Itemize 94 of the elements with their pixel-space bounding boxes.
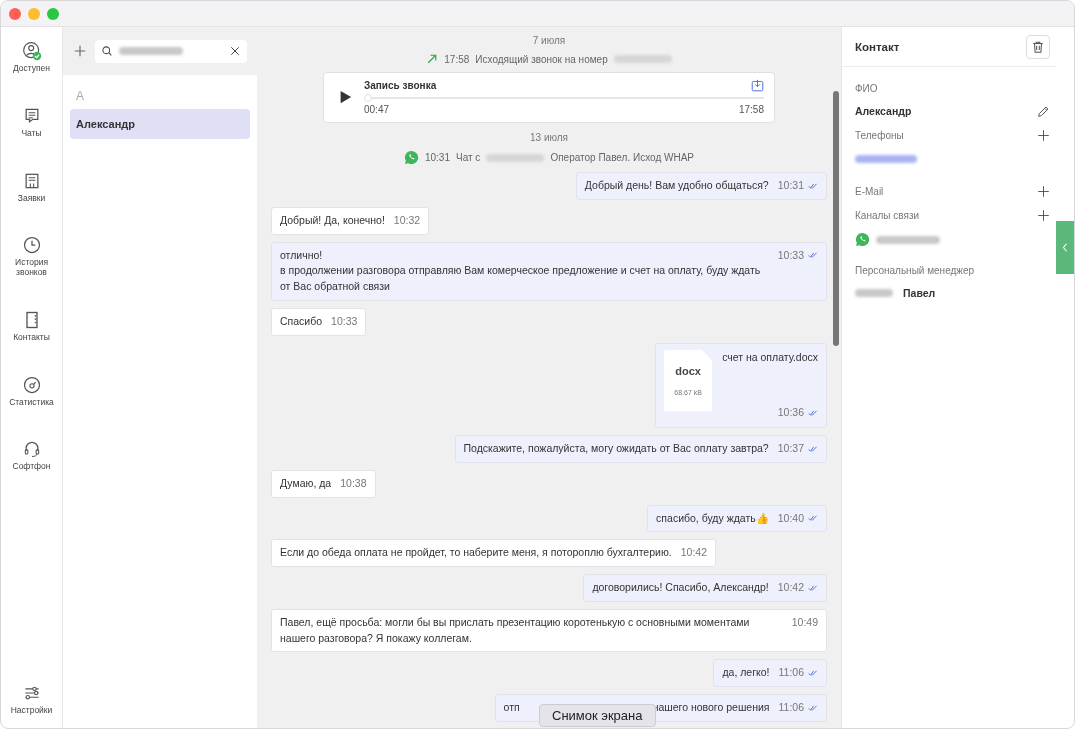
group-letter: А [75, 89, 85, 105]
message-time: 10:49 [791, 614, 818, 630]
redacted-text [855, 155, 917, 163]
message-text: спасибо, буду ждать👍 [656, 510, 769, 526]
message-time: 10:37 [777, 441, 804, 456]
field-label: E-Mail [855, 185, 884, 197]
read-check-icon [808, 181, 818, 190]
contact-item[interactable]: Александр [70, 109, 250, 139]
read-check-icon [808, 583, 818, 592]
message-text: Добрый день! Вам удобно общаться? [584, 178, 769, 193]
message-text: отлично! в продолжении разговора отправляю Вам комерческое предложение и счет на оплату, буду ждать от Вас обратной связи [280, 247, 762, 294]
redacted-text [613, 55, 672, 63]
event-text: Чат с [456, 152, 481, 163]
message-text: да, легко! [722, 665, 770, 681]
nav-item[interactable]: Софтфон [1, 437, 62, 475]
nav-item[interactable]: Чаты [1, 103, 62, 141]
read-check-icon [808, 444, 818, 453]
progress-slider[interactable] [364, 94, 764, 102]
message-text: Если до обеда оплата не пройдет, то наберите меня, я потороплю бухгалтерию. [280, 545, 672, 561]
nav-item[interactable]: Контакты [1, 307, 62, 345]
elapsed-time: 00:47 [364, 104, 390, 115]
whatsapp-icon [403, 150, 419, 165]
download-icon[interactable] [751, 79, 764, 92]
add-icon[interactable] [1037, 208, 1050, 222]
event-time: 10:31 [424, 152, 450, 163]
message-time: 10:42 [680, 545, 707, 561]
search-field[interactable] [95, 39, 247, 63]
message-time: 10:40 [777, 510, 804, 526]
play-button[interactable] [338, 89, 352, 105]
read-check-icon [808, 514, 818, 523]
progress-thumb[interactable] [364, 94, 372, 102]
minimize-window-button[interactable] [28, 7, 40, 20]
manager-name: Павел [903, 287, 936, 299]
recording-title: Запись звонка [364, 80, 437, 91]
message-text: договорились! Спасибо, Александр! [592, 580, 769, 595]
event-time: 17:58 [444, 53, 470, 65]
edit-icon[interactable] [1037, 104, 1050, 118]
event-text: Исходящий звонок на номер [475, 53, 608, 65]
date-separator: 7 июля [531, 35, 567, 46]
trash-icon [1031, 39, 1045, 54]
close-window-button[interactable] [9, 7, 21, 20]
field-label: Каналы связи [855, 209, 920, 221]
zoom-window-button[interactable] [47, 7, 59, 20]
redacted-text [855, 289, 893, 297]
scrollbar[interactable] [833, 91, 839, 346]
message-time: 10:33 [331, 313, 358, 329]
read-check-icon [808, 409, 818, 418]
message-text: Спасибо [280, 313, 323, 329]
settings-nav-item[interactable]: Настройки [1, 681, 62, 718]
message-time: 10:31 [777, 178, 804, 193]
message-time: 10:42 [777, 580, 804, 595]
clock-icon [21, 235, 42, 256]
nav-item[interactable]: Доступен [1, 39, 62, 76]
message-text: Добрый! Да, конечно! [280, 212, 385, 228]
field-label: Персональный менеджер [855, 265, 976, 276]
nav-item[interactable]: История звонков [1, 233, 62, 280]
read-check-icon [808, 669, 818, 678]
nav-item[interactable]: Статистика [1, 372, 62, 410]
message-text: Павел, ещё просьба: могли бы вы прислать презентацию коротенькую с основными моментами нашего разговора? Я покажу коллегам. [280, 614, 751, 646]
message-time: 11:06 [778, 665, 804, 681]
tooltip: Снимок экрана [539, 704, 656, 727]
message-time: 10:38 [340, 475, 367, 491]
message-text: отп [503, 700, 520, 715]
delete-button[interactable] [1026, 34, 1050, 59]
message-text: Думаю, да [280, 475, 332, 491]
file-extension: docx [675, 364, 701, 379]
date-separator: 13 июля [529, 132, 569, 143]
field-label: ФИО [855, 83, 879, 94]
search-icon [101, 45, 113, 57]
message-time: 11:06 [778, 700, 804, 715]
nav-item[interactable]: Заявки [1, 168, 62, 206]
contact-name: Александр [855, 105, 912, 117]
add-icon[interactable] [1037, 184, 1050, 198]
message-time: 10:32 [393, 212, 421, 228]
file-name: счет на оплату.docx [722, 349, 818, 365]
redacted-text [876, 235, 940, 244]
panel-title: Контакт [855, 40, 900, 53]
read-check-icon [808, 251, 818, 260]
chevron-left-icon [1062, 243, 1068, 252]
read-check-icon [808, 703, 818, 712]
redacted-text [486, 153, 545, 162]
redacted-text [119, 47, 183, 55]
message-text: Подскажите, пожалуйста, могу ожидать от Вас оплату завтра? [463, 441, 769, 456]
outgoing-call-icon [426, 53, 439, 65]
message-time: 10:33 [777, 247, 804, 263]
field-label: Телефоны [855, 129, 904, 141]
gauge-icon [21, 374, 42, 395]
clear-icon[interactable] [229, 45, 241, 57]
message-time: 10:36 [777, 405, 804, 421]
add-icon[interactable] [1037, 128, 1050, 142]
end-time: 17:58 [738, 104, 764, 115]
whatsapp-icon [855, 232, 870, 247]
user-status-icon [21, 41, 42, 61]
event-text: Оператор Павел. Исход WHAP [550, 152, 694, 163]
